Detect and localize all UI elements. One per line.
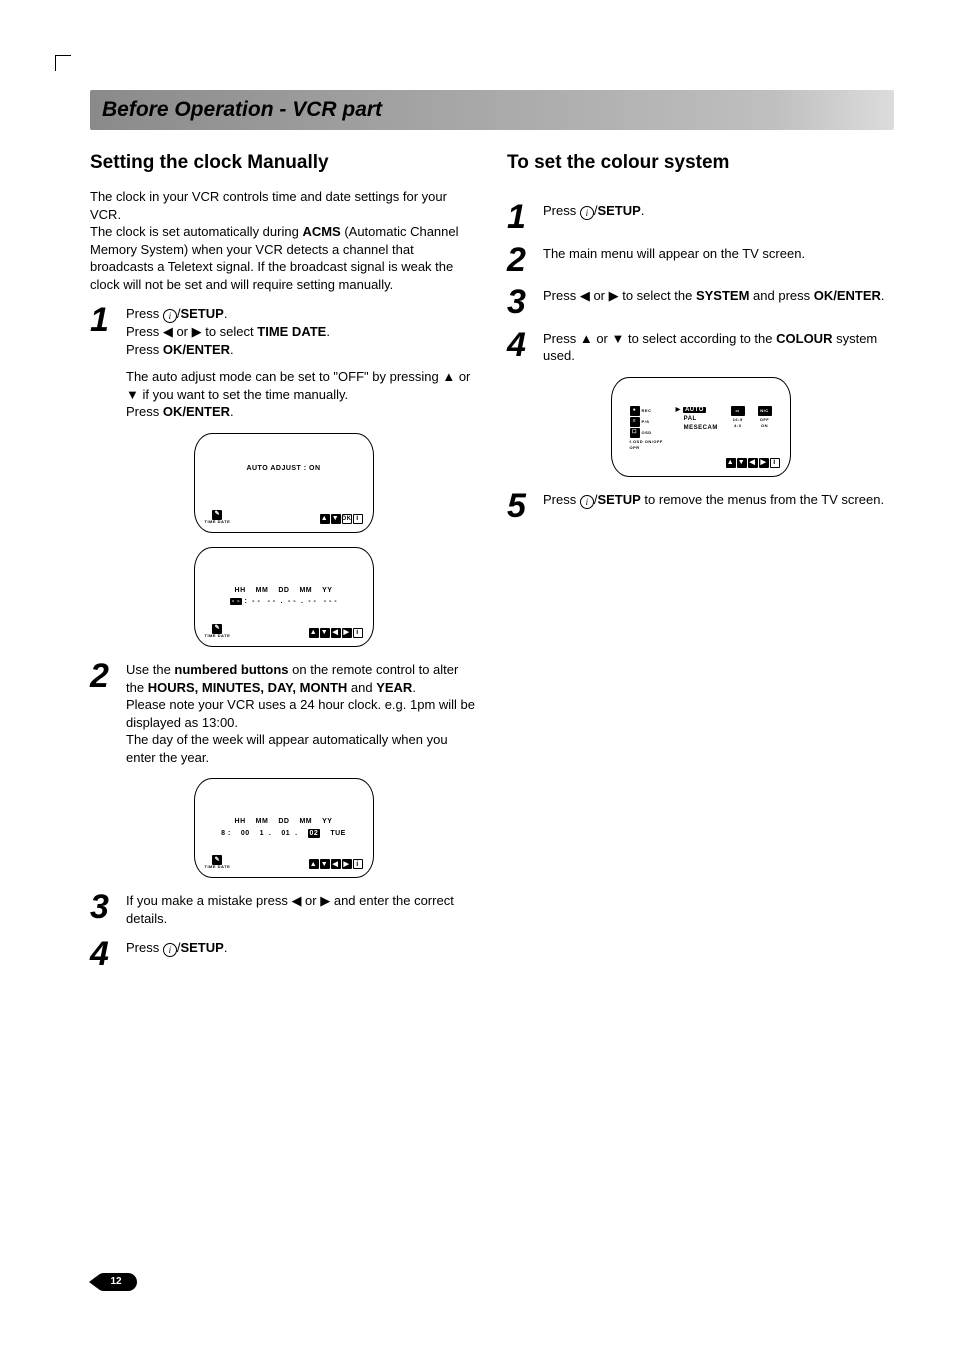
tv1-nav-icons: ▲ ▼ OK i (320, 514, 363, 524)
tv2-nav-icons: ▲ ▼ ◀ ▶ i (309, 628, 363, 638)
right-step-4: 44 Press ▲ or ▼ to select according to t… (507, 330, 894, 365)
tv-screen-2-wrap: HH MM DD MM YY - - : - - - - . - - . - -… (90, 547, 477, 647)
tv-screen-2: HH MM DD MM YY - - : - - - - . - - . - -… (194, 547, 374, 647)
step-number-4: 44 (90, 939, 126, 970)
right-step-3: 33 Press ◀ or ▶ to select the SYSTEM and… (507, 287, 894, 318)
tv2-cursor: - - (230, 598, 242, 605)
content-columns: Setting the clock Manually The clock in … (90, 150, 894, 982)
tv-screen-3-wrap: HH MM DD MM YY 8 : 00 1 . 01 . 02 (90, 778, 477, 878)
tv3-header-row: HH MM DD MM YY (195, 817, 373, 826)
tv3-value-row: 8 : 00 1 . 01 . 02 TUE (195, 829, 373, 838)
step-4-body: Press i/SETUP. (126, 939, 477, 957)
left-column: Setting the clock Manually The clock in … (90, 150, 477, 982)
step-number-4r: 44 (507, 330, 543, 361)
info-icon: i (580, 495, 594, 509)
manual-page: Before Operation - VCR part Setting the … (0, 0, 954, 1351)
left-step-1: 11 Press i/SETUP. Press ◀ or ▶ to select… (90, 305, 477, 421)
step-number-3: 33 (90, 892, 126, 923)
tv-screen-3: HH MM DD MM YY 8 : 00 1 . 01 . 02 (194, 778, 374, 878)
step-3-body: If you make a mistake press ◀ or ▶ and e… (126, 892, 477, 927)
page-number: 12 (95, 1273, 137, 1291)
tv-screen-colour-wrap: ●REC ≡P/S ☐OSD f.OSD ON/OFF OPR ▶ AUTO P… (507, 377, 894, 477)
step-1-body: Press i/SETUP. Press ◀ or ▶ to select TI… (126, 305, 477, 421)
right-title: To set the colour system (507, 150, 894, 176)
tv2-values: : - - - - . - - . - - - - - (244, 598, 337, 605)
crop-mark (55, 55, 71, 71)
tv1-text: AUTO ADJUST : ON (195, 464, 373, 473)
tv1-icon: ✎ TIME DATE (205, 510, 231, 524)
left-title: Setting the clock Manually (90, 150, 477, 176)
info-icon: i (163, 943, 177, 957)
left-step-2: 22 Use the numbered buttons on the remot… (90, 661, 477, 766)
step-number-3r: 33 (507, 287, 543, 318)
tv3-nav-icons: ▲ ▼ ◀ ▶ i (309, 859, 363, 869)
tv-menu-col4: NIC OFF ON (758, 406, 772, 451)
tv-colour-nav-icons: ▲ ▼ ◀ ▶ i (726, 458, 780, 468)
step-number-5r: 55 (507, 491, 543, 522)
step-number-2: 22 (90, 661, 126, 692)
info-icon: i (580, 206, 594, 220)
right-step-2: 22 The main menu will appear on the TV s… (507, 245, 894, 276)
tv2-icon: ✎ TIME DATE (205, 624, 231, 638)
tv-menu-col1: ●REC ≡P/S ☐OSD f.OSD ON/OFF OPR (630, 406, 663, 451)
left-step-3: 33 If you make a mistake press ◀ or ▶ an… (90, 892, 477, 927)
intro-paragraph: The clock in your VCR controls time and … (90, 188, 477, 293)
tv-menu-col3: ▭ 16:9 4:3 (731, 406, 745, 451)
tv-colour-menu: ●REC ≡P/S ☐OSD f.OSD ON/OFF OPR ▶ AUTO P… (630, 406, 772, 451)
step-number-2r: 22 (507, 245, 543, 276)
step-number-1r: 11 (507, 202, 543, 233)
tv-screen-1-wrap: AUTO ADJUST : ON ✎ TIME DATE ▲ ▼ OK i (90, 433, 477, 533)
section-heading-bar: Before Operation - VCR part (90, 90, 894, 130)
left-step-4: 44 Press i/SETUP. (90, 939, 477, 970)
info-icon: i (163, 309, 177, 323)
step-2-body: Use the numbered buttons on the remote c… (126, 661, 477, 766)
tv3-icon: ✎ TIME DATE (205, 855, 231, 869)
right-column: To set the colour system 11 Press i/SETU… (507, 150, 894, 982)
tv-screen-colour: ●REC ≡P/S ☐OSD f.OSD ON/OFF OPR ▶ AUTO P… (611, 377, 791, 477)
tv-screen-1: AUTO ADJUST : ON ✎ TIME DATE ▲ ▼ OK i (194, 433, 374, 533)
step-number-1: 11 (90, 305, 126, 336)
tv-menu-col2: ▶ AUTO PAL MESECAM (676, 406, 718, 451)
right-step-1: 11 Press i/SETUP. (507, 202, 894, 233)
right-step-5: 55 Press i/SETUP to remove the menus fro… (507, 491, 894, 522)
tv2-header-row: HH MM DD MM YY (195, 586, 373, 595)
section-heading: Before Operation - VCR part (102, 98, 382, 121)
